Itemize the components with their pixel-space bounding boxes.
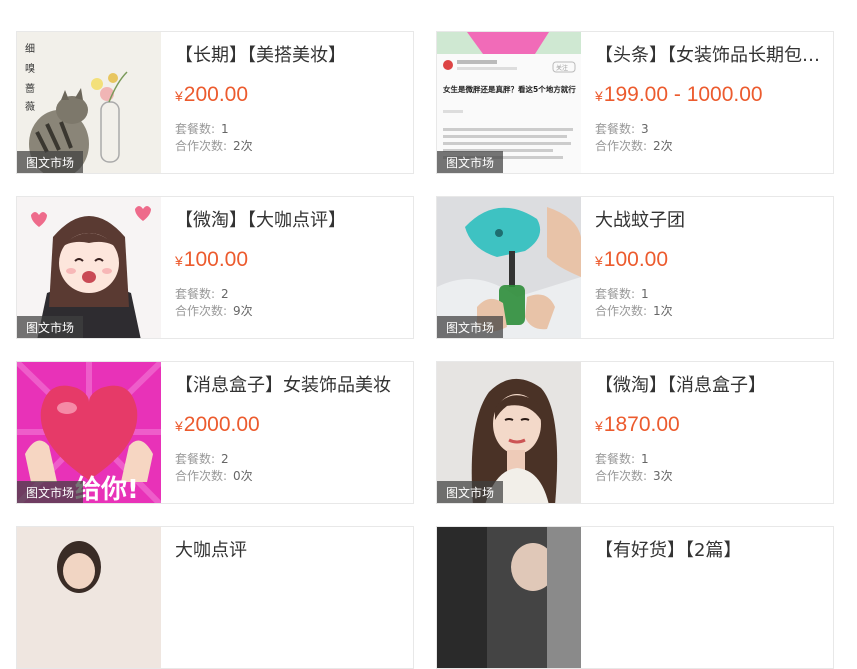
packages-stat: 套餐数: 3 — [595, 122, 649, 136]
card-title[interactable]: 大咖点评 — [175, 536, 403, 562]
svg-text:给你!: 给你! — [75, 474, 139, 504]
product-card[interactable]: 给你! 图文市场 【消息盒子】女装饰品美妆 ¥2000.00 套餐数: 2 合作次… — [16, 361, 414, 504]
cooperations-stat: 合作次数: 9次 — [175, 304, 253, 318]
cooperations-stat: 合作次数: 0次 — [175, 469, 253, 483]
svg-text:嗅: 嗅 — [25, 62, 35, 75]
card-price: ¥100.00 — [595, 248, 669, 271]
card-title[interactable]: 【消息盒子】女装饰品美妆 — [175, 371, 403, 397]
card-thumbnail[interactable] — [17, 527, 161, 668]
card-thumbnail[interactable]: 图文市场 — [437, 197, 581, 338]
category-tag: 图文市场 — [17, 316, 84, 338]
svg-text:细: 细 — [25, 42, 35, 55]
product-card[interactable]: 关注 女生是微胖还是真胖？看这5个地方就行 图文市场 【头条】【女装饰品长期包年… — [436, 31, 834, 174]
svg-text:薇: 薇 — [25, 101, 35, 113]
category-tag: 图文市场 — [17, 481, 84, 503]
product-card[interactable]: 大咖点评 — [16, 526, 414, 669]
card-thumbnail[interactable]: 细 嗅 蔷 薇 图文市场 — [17, 32, 161, 173]
card-thumbnail[interactable]: 关注 女生是微胖还是真胖？看这5个地方就行 图文市场 — [437, 32, 581, 173]
car-photo-image — [437, 527, 581, 668]
packages-stat: 套餐数: 2 — [175, 287, 229, 301]
product-card[interactable]: 图文市场 【微淘】【大咖点评】 ¥100.00 套餐数: 2 合作次数: 9次 — [16, 196, 414, 339]
girl-photo-image — [17, 527, 161, 668]
packages-stat: 套餐数: 2 — [175, 452, 229, 466]
cooperations-stat: 合作次数: 3次 — [595, 469, 673, 483]
product-card[interactable]: 【有好货】【2篇】 — [436, 526, 834, 669]
category-tag: 图文市场 — [437, 316, 504, 338]
card-title[interactable]: 【微淘】【消息盒子】 — [595, 371, 823, 397]
card-title[interactable]: 【头条】【女装饰品长期包年】 — [595, 41, 823, 67]
svg-text:女生是微胖还是真胖？看这5个地方就行: 女生是微胖还是真胖？看这5个地方就行 — [443, 84, 576, 94]
category-tag: 图文市场 — [17, 151, 84, 173]
card-price: ¥100.00 — [175, 248, 249, 271]
svg-text:蔷: 蔷 — [25, 82, 35, 95]
card-price: ¥2000.00 — [175, 413, 260, 436]
category-tag: 图文市场 — [437, 481, 504, 503]
card-title[interactable]: 【微淘】【大咖点评】 — [175, 206, 403, 232]
packages-stat: 套餐数: 1 — [595, 287, 649, 301]
category-tag: 图文市场 — [437, 151, 504, 173]
card-title[interactable]: 【有好货】【2篇】 — [595, 536, 823, 562]
product-card[interactable]: 图文市场 大战蚊子团 ¥100.00 套餐数: 1 合作次数: 1次 — [436, 196, 834, 339]
svg-text:关注: 关注 — [556, 64, 568, 72]
card-thumbnail[interactable]: 给你! 图文市场 — [17, 362, 161, 504]
card-thumbnail[interactable] — [437, 527, 581, 668]
card-thumbnail[interactable]: 图文市场 — [17, 197, 161, 338]
packages-stat: 套餐数: 1 — [595, 452, 649, 466]
card-price: ¥200.00 — [175, 83, 249, 106]
cooperations-stat: 合作次数: 2次 — [175, 139, 253, 153]
card-title[interactable]: 【长期】【美搭美妆】 — [175, 41, 403, 67]
product-card[interactable]: 图文市场 【微淘】【消息盒子】 ¥1870.00 套餐数: 1 合作次数: 3次 — [436, 361, 834, 504]
card-thumbnail[interactable]: 图文市场 — [437, 362, 581, 503]
product-card[interactable]: 细 嗅 蔷 薇 图文市场 【长期】【美搭美妆】 ¥200.00 套餐数: 1 合作… — [16, 31, 414, 174]
cooperations-stat: 合作次数: 2次 — [595, 139, 673, 153]
card-price: ¥199.00 - 1000.00 — [595, 83, 763, 106]
cooperations-stat: 合作次数: 1次 — [595, 304, 673, 318]
packages-stat: 套餐数: 1 — [175, 122, 229, 136]
card-title[interactable]: 大战蚊子团 — [595, 206, 823, 232]
card-price: ¥1870.00 — [595, 413, 680, 436]
